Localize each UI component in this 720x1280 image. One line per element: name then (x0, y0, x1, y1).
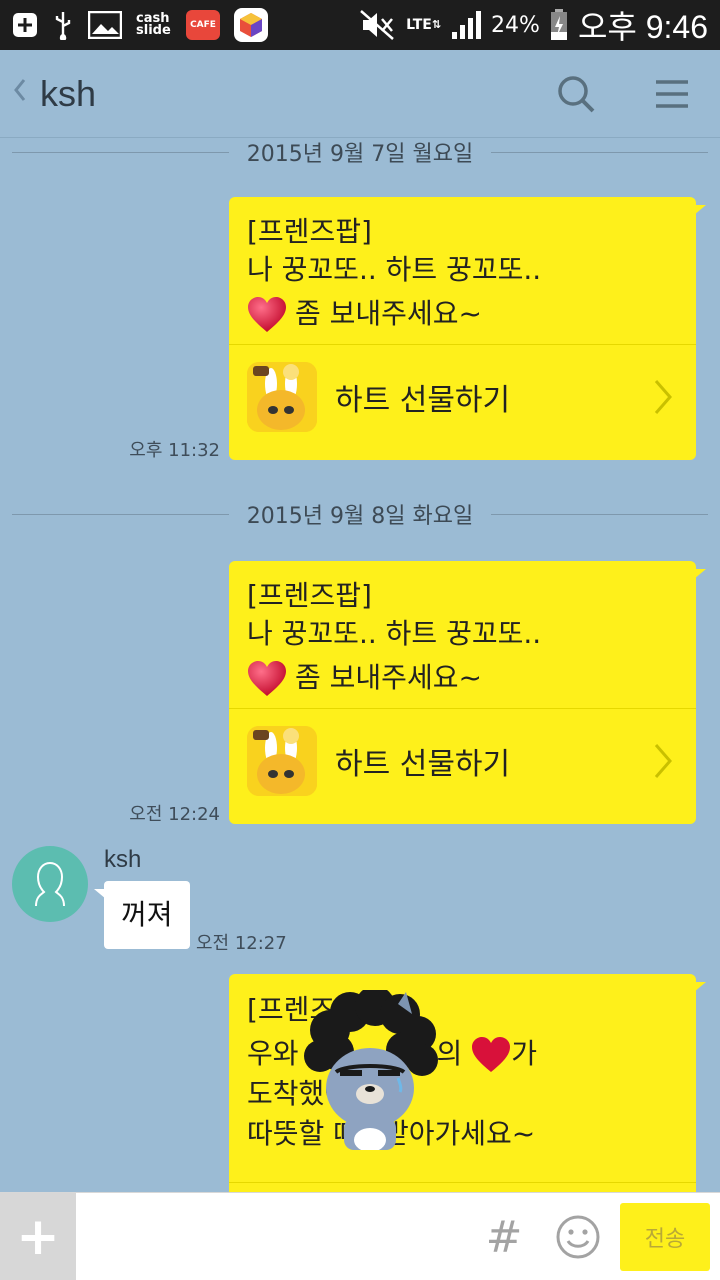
chat-area[interactable]: 2015년 9월 7일 월요일 [프렌즈팝] 나 꿍꼬또.. 하트 꿍꼬또.. … (0, 138, 720, 1192)
chevron-left-icon (14, 79, 26, 101)
message-time: 오전 12:27 (196, 933, 287, 954)
character-sticker[interactable] (300, 990, 440, 1150)
send-button[interactable]: 전송 (620, 1203, 710, 1271)
date-separator: 2015년 9월 8일 화요일 (12, 500, 708, 529)
friends-pop-app-icon (247, 362, 317, 432)
message-line: 좀 보내주세요~ (295, 661, 482, 694)
chat-header: ksh (0, 50, 720, 138)
input-bar: + # 전송 (0, 1192, 720, 1280)
default-profile-icon (35, 861, 65, 907)
cafe-icon: CAFE (186, 10, 220, 40)
mute-icon (360, 10, 396, 40)
clock: 오후 9:46 (577, 9, 708, 45)
menu-icon (656, 80, 688, 108)
usb-icon (52, 10, 74, 40)
battery-percent: 24% (491, 12, 540, 38)
chat-title[interactable]: ksh (40, 73, 96, 115)
message-line: 좀 보내주세요~ (295, 297, 482, 330)
hash-icon: # (485, 1211, 523, 1263)
incoming-message[interactable]: 꺼져 (94, 881, 190, 949)
gift-heart-link[interactable]: 하트 선물하기 (229, 709, 696, 813)
message-line: [프렌즈팝] (247, 215, 372, 248)
hashtag-button[interactable]: # (484, 1209, 524, 1265)
message-time: 오후 11:32 (129, 440, 220, 461)
outgoing-message[interactable]: [프렌즈팝] 나 꿍꼬또.. 하트 꿍꼬또.. 좀 보내주세요~ 하트 선물하기 (229, 197, 706, 460)
chevron-right-icon (654, 380, 672, 414)
menu-button[interactable] (648, 70, 696, 118)
lte-icon: LTE ⇅ (406, 17, 442, 33)
search-button[interactable] (552, 70, 600, 118)
heart-icon (472, 1037, 511, 1072)
message-line: 나 꿍꼬또.. 하트 꿍꼬또.. (247, 253, 542, 286)
gallery-icon (88, 11, 122, 39)
app-cube-icon (234, 8, 268, 42)
search-icon (558, 76, 595, 113)
signal-icon (451, 10, 482, 40)
chevron-right-icon (654, 744, 672, 778)
add-notification-icon (12, 12, 38, 38)
battery-charging-icon (550, 9, 568, 41)
message-time: 오전 12:24 (129, 804, 220, 825)
date-separator: 2015년 9월 7일 월요일 (12, 138, 708, 167)
emoticon-icon[interactable] (554, 1213, 602, 1261)
heart-icon (248, 297, 286, 332)
plus-icon: + (16, 1207, 60, 1267)
sender-name: ksh (104, 846, 142, 873)
message-line: 나 꿍꼬또.. 하트 꿍꼬또.. (247, 617, 542, 650)
gift-heart-link[interactable]: 하트 선물하기 (229, 345, 696, 449)
avatar[interactable] (12, 846, 88, 922)
message-line: [프렌즈팝] (247, 579, 372, 612)
back-button[interactable] (12, 76, 36, 111)
outgoing-message[interactable]: [프렌즈팝] 나 꿍꼬또.. 하트 꿍꼬또.. 좀 보내주세요~ 하트 선물하기 (229, 561, 706, 824)
friends-pop-app-icon (247, 726, 317, 796)
cashslide-icon: cash slide (136, 11, 171, 38)
heart-icon (248, 661, 286, 696)
attach-button[interactable]: + (0, 1193, 76, 1280)
status-bar: cash slide CAFE LTE ⇅ 24% 오후 9:46 (0, 0, 720, 50)
